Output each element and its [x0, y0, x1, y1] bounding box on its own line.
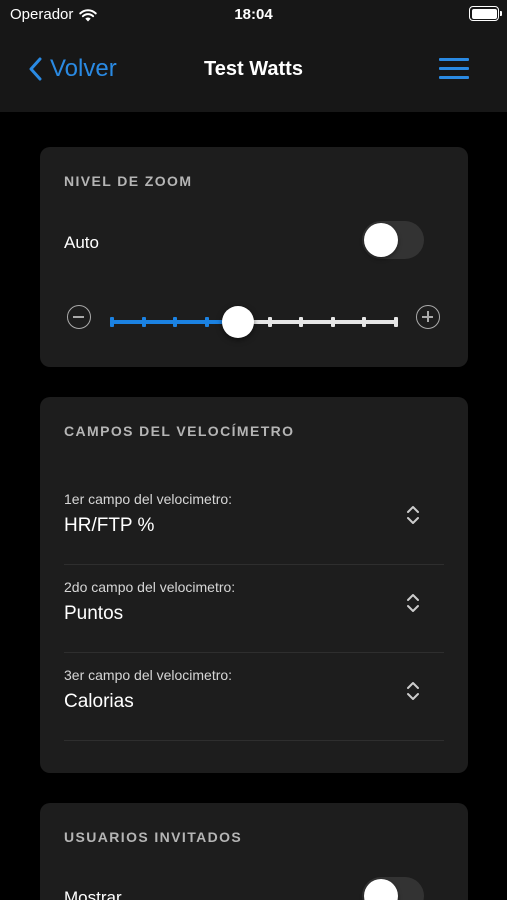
- zoom-out-icon[interactable]: [67, 305, 91, 329]
- speedometer-field-3[interactable]: 3er campo del velocimetro: Calorias: [64, 653, 444, 741]
- slider-tick: [110, 317, 114, 327]
- field-value: Calorias: [64, 691, 134, 712]
- slider-tick: [330, 317, 335, 327]
- auto-label: Auto: [64, 233, 99, 252]
- auto-toggle[interactable]: [362, 221, 424, 259]
- show-label: Mostrar: [64, 888, 122, 900]
- zoom-card: NIVEL DE ZOOM Auto: [40, 147, 468, 367]
- speedometer-card-title: CAMPOS DEL VELOCÍMETRO: [64, 423, 295, 439]
- field-label: 2do campo del velocimetro:: [64, 579, 236, 595]
- speedometer-field-2[interactable]: 2do campo del velocimetro: Puntos: [64, 565, 444, 653]
- battery-icon: [469, 6, 502, 21]
- guests-card: USUARIOS INVITADOS Mostrar: [40, 803, 468, 900]
- field-value: HR/FTP %: [64, 515, 155, 536]
- field-label: 3er campo del velocimetro:: [64, 667, 233, 683]
- speedometer-card: CAMPOS DEL VELOCÍMETRO 1er campo del vel…: [40, 397, 468, 773]
- slider-tick: [267, 317, 272, 327]
- slider-thumb[interactable]: [222, 306, 255, 338]
- page-title: Test Watts: [204, 58, 303, 80]
- slider-tick: [299, 317, 304, 327]
- slider-tick: [394, 317, 398, 327]
- clock: 18:04: [234, 6, 273, 23]
- status-bar: Operador 18:04: [0, 0, 507, 30]
- field-label: 1er campo del velocimetro:: [64, 491, 233, 507]
- toggle-knob: [364, 223, 398, 257]
- chevron-up-down-icon: [407, 682, 419, 700]
- menu-icon[interactable]: [439, 58, 469, 80]
- guests-card-title: USUARIOS INVITADOS: [64, 829, 243, 845]
- slider-track-empty: [238, 320, 396, 324]
- show-toggle[interactable]: [362, 877, 424, 900]
- slider-tick: [141, 317, 146, 327]
- slider-tick: [204, 317, 209, 327]
- speedometer-field-1[interactable]: 1er campo del velocimetro: HR/FTP %: [64, 477, 444, 565]
- chevron-up-down-icon: [407, 594, 419, 612]
- field-value: Puntos: [64, 603, 124, 624]
- chevron-up-down-icon: [407, 506, 419, 524]
- slider-tick: [173, 317, 178, 327]
- zoom-card-title: NIVEL DE ZOOM: [64, 173, 193, 189]
- nav-bar: Volver Test Watts: [0, 30, 507, 112]
- slider-tick: [362, 317, 367, 327]
- zoom-slider[interactable]: [110, 302, 398, 342]
- toggle-knob: [364, 879, 398, 900]
- zoom-in-icon[interactable]: [416, 305, 440, 329]
